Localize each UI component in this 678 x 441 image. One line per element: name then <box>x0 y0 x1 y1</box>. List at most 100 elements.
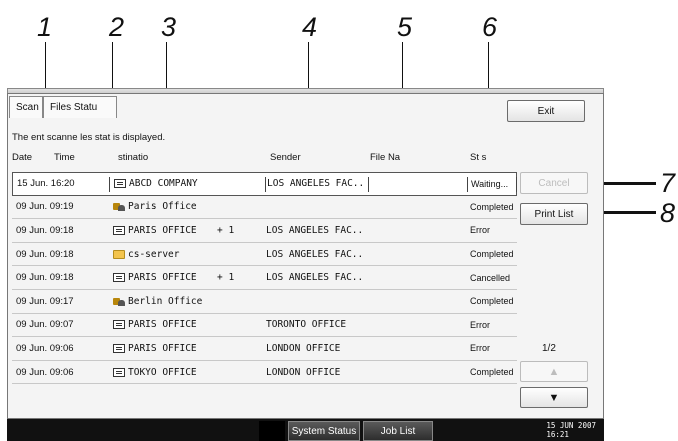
scroll-down-button[interactable]: ▼ <box>520 387 588 408</box>
column-header-status: St s <box>470 152 487 163</box>
column-header-destination: stinatio <box>118 152 149 163</box>
row-status: Completed <box>470 367 514 378</box>
callout-2: 2 <box>109 12 125 42</box>
row-destination-label: ABCD COMPANY <box>129 178 198 190</box>
row-sender: TORONTO OFFICE <box>266 319 347 331</box>
time-display: 16:21 <box>546 430 569 439</box>
row-status: Completed <box>470 296 514 307</box>
row-destination-label: PARIS OFFICE <box>128 272 197 284</box>
table-row[interactable]: 09 Jun. 09:19 Paris Office Completed <box>12 196 517 220</box>
triangle-up-icon: ▲ <box>548 365 560 378</box>
column-separator <box>109 177 110 192</box>
column-separator <box>516 177 517 192</box>
row-destination: Paris Office <box>113 201 197 212</box>
row-date-time: 09 Jun. 09:17 <box>16 295 74 307</box>
row-status: Waiting... <box>471 178 509 189</box>
row-date-time: 09 Jun. 09:06 <box>16 342 74 354</box>
system-status-button[interactable]: System Status <box>288 421 360 441</box>
fax-icon <box>113 320 125 330</box>
column-separator <box>265 177 266 192</box>
row-date-time: 09 Jun. 09:18 <box>16 272 74 284</box>
column-header-sender: Sender <box>270 152 301 163</box>
triangle-down-icon: ▼ <box>548 391 560 404</box>
row-sender: LOS ANGELES FAC.. <box>266 272 364 284</box>
row-additional-destinations: + 1 <box>217 224 235 236</box>
fax-icon <box>114 179 126 189</box>
bottom-bar-spacer <box>259 421 285 441</box>
column-header-date: Date <box>12 152 33 163</box>
table-row[interactable]: 09 Jun. 09:06 PARIS OFFICE LONDON OFFICE Er… <box>12 337 517 361</box>
row-sender: LONDON OFFICE <box>266 366 341 378</box>
row-date-time: 15 Jun. 16:20 <box>17 178 75 190</box>
row-destination-label: Paris Office <box>128 201 197 213</box>
info-message: The ent scanne les stat is displayed. <box>12 132 166 143</box>
tab-files-status: Files Statu <box>43 96 117 118</box>
row-destination-label: PARIS OFFICE <box>128 342 197 354</box>
row-destination: ABCD COMPANY <box>114 178 198 189</box>
row-destination: Berlin Office <box>113 296 202 307</box>
table-row[interactable]: 09 Jun. 09:18 cs-server LOS ANGELES FAC.. C… <box>12 243 517 267</box>
table-row[interactable]: 09 Jun. 09:17 Berlin Office Completed <box>12 290 517 314</box>
user-icon <box>113 297 125 306</box>
row-destination-label: Berlin Office <box>128 295 203 307</box>
page-indicator: 1/2 <box>542 343 556 354</box>
job-list-button[interactable]: Job List <box>363 421 433 441</box>
exit-button[interactable]: Exit <box>507 100 585 122</box>
callout-8: 8 <box>660 198 676 228</box>
table-row[interactable]: 09 Jun. 09:07 PARIS OFFICE TORONTO OFFICE E… <box>12 314 517 338</box>
row-date-time: 09 Jun. 09:19 <box>16 201 74 213</box>
scroll-up-button[interactable]: ▲ <box>520 361 588 382</box>
fax-icon <box>113 343 125 353</box>
row-destination: TOKYO OFFICE <box>113 367 197 378</box>
fax-icon <box>113 367 125 377</box>
print-list-button[interactable]: Print List <box>520 203 588 225</box>
row-sender: LOS ANGELES FAC.. <box>266 248 364 260</box>
row-status: Completed <box>470 201 514 212</box>
row-sender: LOS ANGELES FAC.. <box>266 224 364 236</box>
row-destination: PARIS OFFICE <box>113 319 197 330</box>
row-status: Error <box>470 343 490 354</box>
column-separator <box>467 177 468 192</box>
table-row[interactable]: 09 Jun. 09:18 PARIS OFFICE + 1 LOS ANGELES … <box>12 219 517 243</box>
row-status: Cancelled <box>470 272 511 283</box>
table-row[interactable]: 09 Jun. 09:06 TOKYO OFFICE LONDON OFFICE Co… <box>12 361 517 385</box>
row-destination: cs-server <box>113 249 179 260</box>
row-sender: LOS ANGELES FAC.. <box>267 178 365 190</box>
row-destination-label: cs-server <box>128 248 180 260</box>
row-destination-label: TOKYO OFFICE <box>128 366 197 378</box>
bottom-status-bar: System Status Job List 15 JUN 2007 16:21 <box>7 419 604 441</box>
row-destination: PARIS OFFICE <box>113 272 197 283</box>
row-additional-destinations: + 1 <box>217 272 235 284</box>
row-destination: PARIS OFFICE <box>113 225 197 236</box>
callout-4: 4 <box>302 12 318 42</box>
date-time-display: 15 JUN 2007 16:21 <box>546 421 596 439</box>
column-header-file-name: File Na <box>370 152 401 163</box>
row-date-time: 09 Jun. 09:18 <box>16 248 74 260</box>
callout-3: 3 <box>161 12 177 42</box>
row-destination-label: PARIS OFFICE <box>128 319 197 331</box>
row-sender: LONDON OFFICE <box>266 342 341 354</box>
row-date-time: 09 Jun. 09:07 <box>16 319 74 331</box>
scanned-files-table: 15 Jun. 16:20 ABCD COMPANY LOS ANGELES FAC… <box>12 172 517 385</box>
row-status: Error <box>470 225 490 236</box>
date-display: 15 JUN 2007 <box>546 421 596 430</box>
column-header-time: Time <box>54 152 75 163</box>
callout-5: 5 <box>397 12 413 42</box>
row-date-time: 09 Jun. 09:06 <box>16 366 74 378</box>
tab-scan: Scan <box>9 96 43 118</box>
callout-1: 1 <box>37 12 53 42</box>
table-row[interactable]: 09 Jun. 09:18 PARIS OFFICE + 1 LOS ANGELES … <box>12 266 517 290</box>
callout-7: 7 <box>660 168 676 198</box>
row-destination-label: PARIS OFFICE <box>128 224 197 236</box>
table-row[interactable]: 15 Jun. 16:20 ABCD COMPANY LOS ANGELES FAC… <box>12 172 517 196</box>
row-status: Completed <box>470 249 514 260</box>
column-separator <box>368 177 369 192</box>
user-icon <box>113 202 125 212</box>
folder-icon <box>113 249 125 259</box>
row-date-time: 09 Jun. 09:18 <box>16 224 74 236</box>
row-status: Error <box>470 319 490 330</box>
cancel-button[interactable]: Cancel <box>520 172 588 194</box>
fax-icon <box>113 225 125 235</box>
callout-6: 6 <box>482 12 498 42</box>
fax-icon <box>113 273 125 283</box>
